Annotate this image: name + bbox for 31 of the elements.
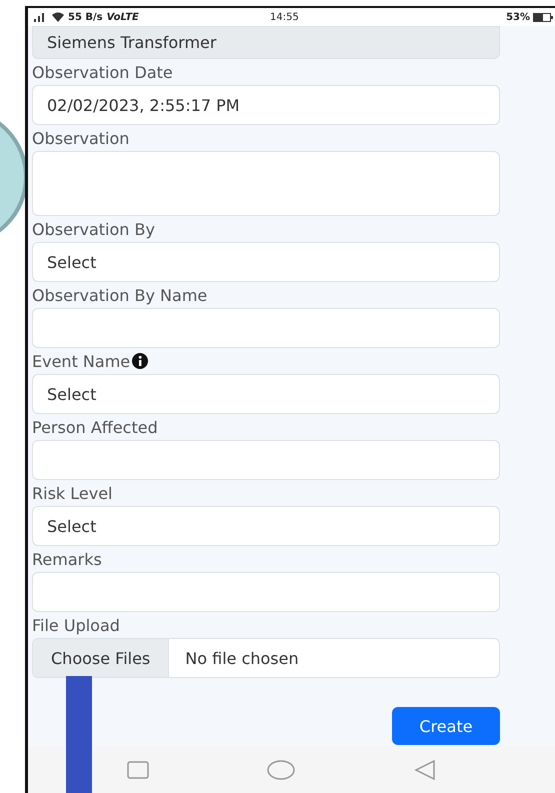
battery-icon	[533, 12, 553, 22]
square-icon[interactable]	[127, 760, 150, 778]
input-field[interactable]: 02/02/2023, 2:55:17 PM	[32, 85, 500, 125]
input-field[interactable]	[32, 572, 500, 612]
text-area[interactable]	[32, 151, 500, 216]
info-icon[interactable]	[132, 353, 148, 369]
file-status: No file chosen	[184, 648, 300, 670]
field-label: File Upload	[32, 616, 120, 634]
select-field[interactable]: Select	[32, 242, 500, 282]
field-label: Person Affected	[32, 418, 158, 436]
network-type: VoLTE	[106, 12, 139, 22]
choose-files-button[interactable]: Choose Files	[33, 639, 170, 677]
select-field[interactable]: Select	[32, 506, 500, 546]
wifi-icon	[52, 12, 64, 22]
field-label: Observation Date	[32, 62, 173, 82]
select-field[interactable]: Select	[32, 374, 500, 414]
field-label: Remarks	[32, 550, 102, 568]
clock-time: 14:55	[270, 12, 300, 22]
circle-icon[interactable]	[267, 760, 296, 780]
create-button[interactable]: Create	[392, 707, 500, 745]
field-label: Observation By Name	[32, 286, 208, 304]
field-label: Risk Level	[32, 484, 112, 502]
network-speed: 55 B/s	[68, 12, 103, 22]
field-label: Observation By	[32, 220, 155, 238]
field-label: Observation	[32, 128, 130, 148]
back-icon[interactable]	[414, 760, 436, 780]
input-field[interactable]	[32, 308, 500, 348]
field-label: Event Name	[32, 352, 130, 370]
input-field[interactable]	[32, 440, 500, 480]
battery-percent: 53%	[506, 12, 530, 22]
file-input[interactable]: Choose Files No file chosen	[32, 638, 500, 678]
